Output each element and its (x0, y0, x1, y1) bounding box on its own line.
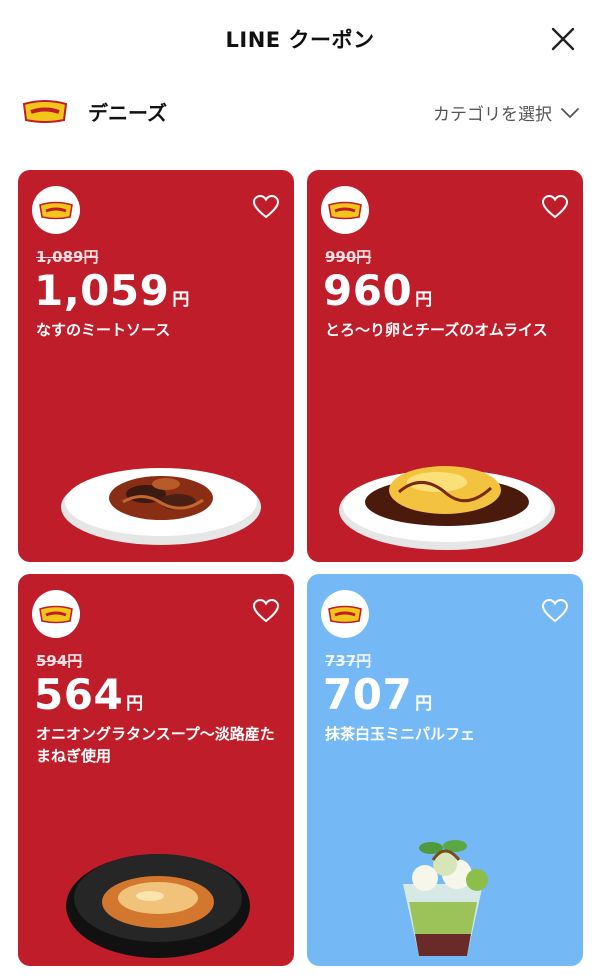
discount-price: 564 円 (34, 670, 143, 719)
original-price: 990円 (325, 248, 372, 266)
price-value: 564 (34, 670, 124, 719)
category-selector[interactable]: カテゴリを選択 (433, 100, 580, 125)
coupon-card-matcha-parfait[interactable]: 737円 707 円 抹茶白玉ミニパルフェ (307, 574, 583, 966)
price-unit: 円 (126, 694, 144, 714)
soup-bowl-image (66, 854, 250, 958)
coupon-card-onion-gratin-soup[interactable]: 594円 564 円 オニオングラタンスープ〜淡路産たまねぎ使用 (18, 574, 294, 966)
dennys-logo-badge (321, 186, 369, 234)
discount-price: 1,059 円 (34, 266, 189, 315)
coupon-card-meat-sauce[interactable]: 1,089円 1,059 円 なすのミートソース (18, 170, 294, 562)
dennys-logo (328, 201, 362, 220)
omurice-dish-image (339, 466, 555, 550)
coupon-card-omurice[interactable]: 990円 960 円 とろ〜り卵とチーズのオムライス (307, 170, 583, 562)
price-value: 1,059 (34, 266, 170, 315)
dennys-logo (39, 201, 73, 220)
original-price: 1,089円 (36, 248, 99, 266)
favorite-heart-icon[interactable] (541, 598, 569, 624)
price-unit: 円 (415, 290, 433, 310)
coupon-item-name: とろ〜り卵とチーズのオムライス (325, 321, 548, 339)
price-value: 960 (323, 266, 413, 315)
page-title: LINE クーポン (225, 28, 375, 52)
original-price: 737円 (325, 652, 372, 670)
category-selector-label: カテゴリを選択 (433, 105, 552, 125)
dennys-logo (328, 605, 362, 624)
close-icon[interactable] (550, 26, 576, 52)
dennys-logo-badge (321, 590, 369, 638)
original-price: 594円 (36, 652, 83, 670)
pasta-dish-image (61, 468, 261, 545)
favorite-heart-icon[interactable] (252, 194, 280, 220)
price-unit: 円 (415, 694, 433, 714)
price-unit: 円 (172, 290, 190, 310)
discount-price: 960 円 (323, 266, 432, 315)
brand-name: デニーズ (88, 101, 167, 125)
brand-bar: デニーズ カテゴリを選択 (0, 86, 600, 138)
coupon-item-name: オニオングラタンスープ〜淡路産たまねぎ使用 (36, 725, 275, 765)
dennys-logo (22, 100, 68, 123)
discount-price: 707 円 (323, 670, 432, 719)
coupon-item-name: なすのミートソース (36, 321, 171, 339)
favorite-heart-icon[interactable] (252, 598, 280, 624)
dennys-logo-badge (32, 186, 80, 234)
dennys-logo (39, 605, 73, 624)
dennys-logo-badge (32, 590, 80, 638)
header: LINE クーポン (0, 0, 600, 78)
chevron-down-icon (561, 107, 579, 118)
parfait-image (403, 840, 488, 956)
coupon-item-name: 抹茶白玉ミニパルフェ (325, 725, 476, 743)
favorite-heart-icon[interactable] (541, 194, 569, 220)
price-value: 707 (323, 670, 413, 719)
